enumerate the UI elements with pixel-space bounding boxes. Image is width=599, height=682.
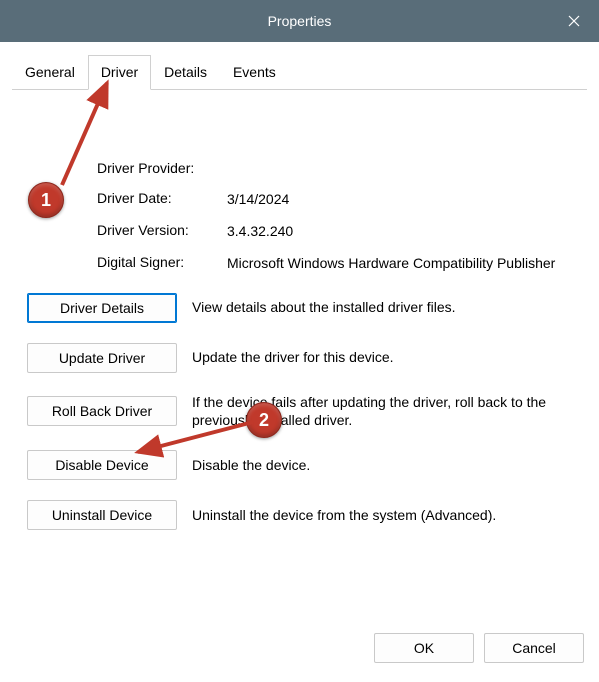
tab-events[interactable]: Events xyxy=(220,55,289,90)
update-driver-desc: Update the driver for this device. xyxy=(192,348,587,367)
disable-device-button[interactable]: Disable Device xyxy=(27,450,177,480)
dialog-body: General Driver Details Events Driver Pro… xyxy=(0,42,599,626)
tab-driver[interactable]: Driver xyxy=(88,55,151,90)
disable-device-desc: Disable the device. xyxy=(192,456,587,475)
driver-info: Driver Provider: Driver Date: 3/14/2024 … xyxy=(97,160,587,273)
version-label: Driver Version: xyxy=(97,222,227,240)
ok-button[interactable]: OK xyxy=(374,633,474,663)
tab-details[interactable]: Details xyxy=(151,55,220,90)
dialog-footer: OK Cancel xyxy=(0,626,599,682)
update-driver-button[interactable]: Update Driver xyxy=(27,343,177,373)
rollback-driver-desc: If the device fails after updating the d… xyxy=(192,393,587,431)
provider-value xyxy=(227,160,587,176)
uninstall-device-desc: Uninstall the device from the system (Ad… xyxy=(192,506,587,525)
version-value: 3.4.32.240 xyxy=(227,222,587,240)
tab-general[interactable]: General xyxy=(12,55,88,90)
close-icon xyxy=(568,15,580,27)
window-title: Properties xyxy=(268,13,332,29)
close-button[interactable] xyxy=(549,0,599,42)
titlebar: Properties xyxy=(0,0,599,42)
driver-actions: Driver Details View details about the in… xyxy=(12,293,587,531)
annotation-badge-1: 1 xyxy=(28,182,64,218)
tab-strip: General Driver Details Events xyxy=(12,54,587,90)
date-label: Driver Date: xyxy=(97,190,227,208)
signer-label: Digital Signer: xyxy=(97,254,227,272)
uninstall-device-button[interactable]: Uninstall Device xyxy=(27,500,177,530)
date-value: 3/14/2024 xyxy=(227,190,587,208)
cancel-button[interactable]: Cancel xyxy=(484,633,584,663)
driver-details-desc: View details about the installed driver … xyxy=(192,298,587,317)
provider-label: Driver Provider: xyxy=(97,160,227,176)
rollback-driver-button[interactable]: Roll Back Driver xyxy=(27,396,177,426)
driver-details-button[interactable]: Driver Details xyxy=(27,293,177,323)
signer-value: Microsoft Windows Hardware Compatibility… xyxy=(227,254,587,272)
